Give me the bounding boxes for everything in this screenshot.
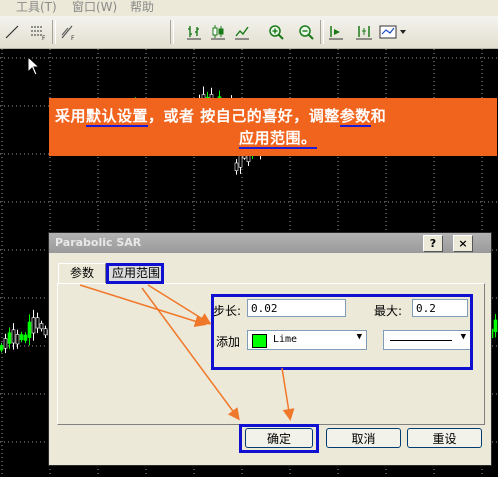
annotation-arrows [79,284,295,421]
arrow-range-1 [147,284,212,325]
arrow-range-2 [141,287,240,421]
arrow-ok [281,367,295,421]
arrow-params [79,284,207,328]
